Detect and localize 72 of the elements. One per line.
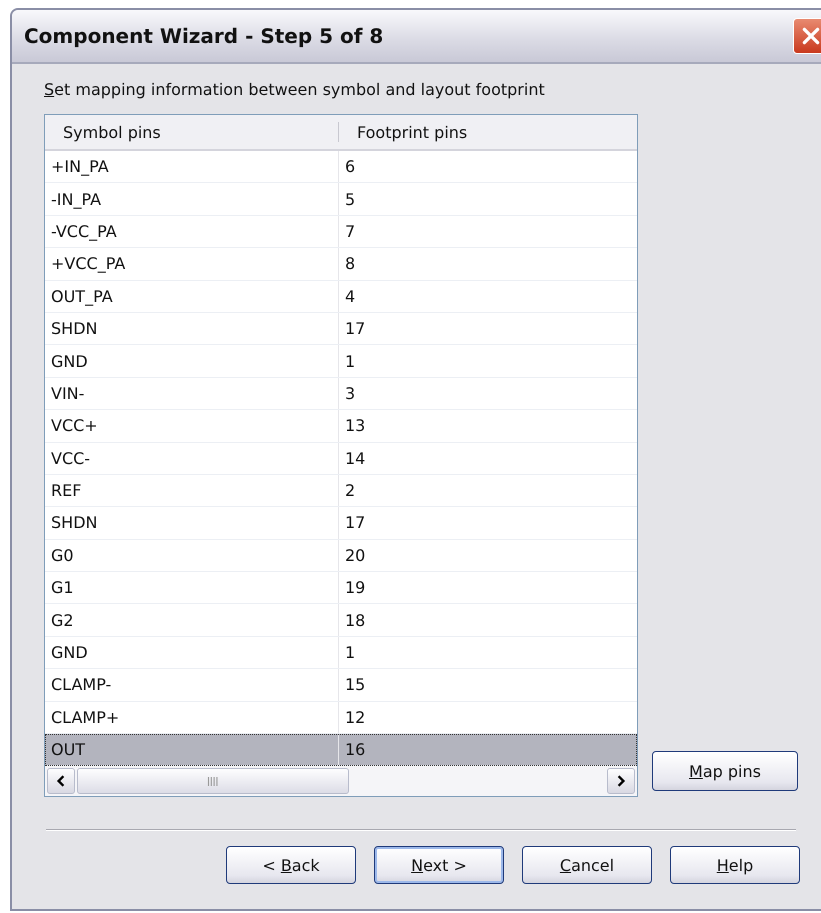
scroll-right-button[interactable] [607, 768, 635, 794]
wizard-button[interactable]: Next > [374, 846, 504, 884]
table-cell-text: 3 [344, 382, 356, 405]
table-cell: G1 [45, 572, 339, 604]
table-cell: VCC+ [45, 410, 339, 442]
table-cell: G0 [45, 540, 339, 572]
table-cell-text: 18 [344, 610, 366, 632]
wizard-button[interactable]: < Back [226, 846, 356, 884]
table-cell-text: 2 [344, 480, 356, 502]
table-cell: OUT [45, 734, 339, 766]
table-cell: CLAMP+ [45, 702, 339, 734]
table-row[interactable]: VIN- 3 [45, 378, 637, 410]
table-cell-text: 1 [344, 642, 356, 664]
table-cell: VIN- [45, 378, 339, 410]
table-cell-text: 19 [344, 577, 366, 600]
table-cell-text: 12 [344, 706, 366, 729]
wizard-button[interactable]: Cancel [522, 846, 652, 884]
table-row[interactable]: G1 19 [45, 572, 637, 604]
table-row[interactable]: VCC- 14 [45, 442, 637, 475]
table-row[interactable]: GND 1 [45, 345, 637, 378]
table-cell-text: 7 [344, 220, 356, 243]
table-cell: -IN_PA [45, 183, 339, 215]
table-cell: SHDN [45, 507, 339, 539]
wizard-button[interactable]: Help [670, 846, 800, 884]
table-row[interactable]: VCC+ 13 [45, 410, 637, 443]
column-header[interactable]: Footprint pins [339, 115, 637, 149]
table-cell: -VCC_PA [45, 216, 339, 248]
grip-icon [207, 776, 219, 786]
table-row[interactable]: REF 2 [45, 474, 637, 508]
map-pins-button[interactable]: Map pins [652, 751, 798, 792]
scroll-left-button[interactable] [47, 768, 75, 794]
table-cell: +IN_PA [45, 151, 339, 182]
table-row[interactable]: OUT 16 [45, 734, 637, 766]
table-row[interactable]: -IN_PA 5 [45, 183, 637, 216]
table-cell: REF [45, 474, 339, 506]
table-cell: CLAMP- [45, 669, 339, 701]
table-row[interactable]: SHDN 17 [45, 312, 637, 346]
table-cell: GND [45, 345, 339, 377]
table-cell-text: 6 [344, 156, 356, 178]
scroll-thumb[interactable] [77, 768, 349, 794]
close-button[interactable] [793, 18, 821, 54]
table-row[interactable]: OUT_PA 4 [45, 280, 637, 313]
close-icon [800, 25, 821, 47]
table-row[interactable]: CLAMP- 15 [45, 669, 637, 702]
table-row[interactable]: +IN_PA 6 [45, 151, 637, 184]
table-cell-text: 14 [344, 448, 366, 470]
table-cell-text: 17 [344, 512, 366, 534]
table-cell-text: 4 [344, 286, 356, 308]
column-header[interactable]: Symbol pins [45, 122, 339, 142]
window-title: Component Wizard - Step 5 of 8 [24, 24, 384, 48]
table-cell-text: 17 [344, 318, 366, 340]
table-cell: GND [45, 636, 339, 668]
instruction-text: Set mapping information between symbol and layout footprint [44, 80, 546, 101]
table-cell-text: 8 [344, 253, 356, 276]
table-cell: SHDN [45, 312, 339, 344]
table-row[interactable]: +VCC_PA 8 [45, 248, 637, 281]
table-cell: VCC- [45, 442, 339, 474]
table-cell: +VCC_PA [45, 248, 339, 280]
table-cell-text: 1 [344, 350, 356, 373]
table-cell-text: 20 [344, 544, 366, 567]
table-row[interactable]: G0 20 [45, 540, 637, 572]
table-cell: OUT_PA [45, 280, 339, 312]
table-cell-text: 13 [344, 415, 366, 438]
table-cell-text: 16 [344, 739, 366, 762]
table-row[interactable]: GND 1 [45, 636, 637, 670]
table-row[interactable]: G2 18 [45, 604, 637, 637]
table-row[interactable]: SHDN 17 [45, 507, 637, 540]
table-cell: G2 [45, 604, 339, 636]
table-cell-text: 5 [344, 188, 356, 211]
table-cell-text: 15 [344, 674, 366, 696]
table-row[interactable]: -VCC_PA 7 [45, 216, 637, 248]
horizontal-scrollbar[interactable] [45, 766, 637, 796]
